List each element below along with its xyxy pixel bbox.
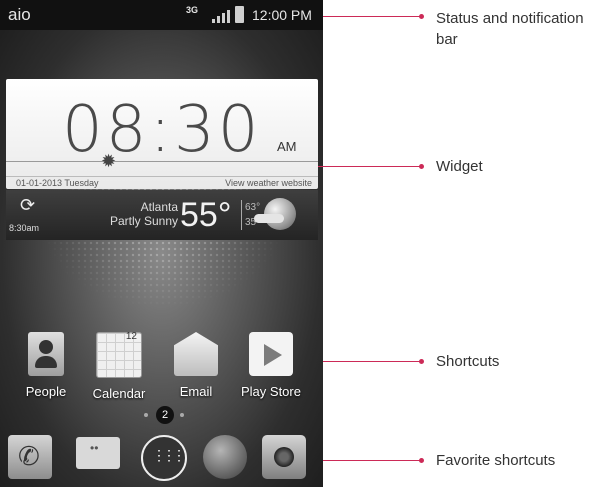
signal-icon	[212, 9, 230, 23]
apps-icon[interactable]	[141, 435, 187, 481]
refresh-icon[interactable]: ⟳	[20, 196, 35, 214]
shortcut-label: Email	[179, 384, 213, 399]
date-label: 01-01-2013 Tuesday	[16, 178, 99, 188]
carrier-label: aio	[8, 5, 31, 24]
camera-icon[interactable]	[262, 435, 306, 479]
cloud-icon	[254, 214, 284, 223]
callout-status: Status and notification bar	[436, 10, 584, 48]
clock-ampm: AM	[277, 139, 297, 154]
shortcut-label: People	[25, 384, 67, 399]
page-dot	[180, 413, 184, 417]
callout-dot-widget	[419, 164, 424, 169]
callout-dot-favorites	[419, 458, 424, 463]
shortcut-email[interactable]: Email	[156, 332, 236, 399]
play-store-icon	[249, 332, 293, 376]
page-indicator[interactable]: 2	[140, 406, 190, 424]
favorites-dock	[0, 431, 323, 487]
weather-website-link[interactable]: View weather website	[225, 178, 312, 188]
date-row: 01-01-2013 Tuesday View weather website	[6, 176, 318, 190]
callout-shortcuts: Shortcuts	[436, 353, 500, 370]
shortcuts-row: People Calendar Email Play Store	[0, 331, 323, 402]
battery-icon	[235, 6, 244, 23]
browser-icon[interactable]	[203, 435, 247, 479]
weather-updated-time: 8:30am	[9, 223, 40, 233]
clock-widget[interactable]: 08:30 AM ✹ 01-01-2013 Tuesday View weath…	[6, 79, 318, 189]
weather-city: Atlanta	[140, 200, 178, 214]
callout-dot-status	[419, 14, 424, 19]
time-slider-track	[6, 161, 318, 162]
weather-high: 63°	[245, 202, 261, 213]
people-icon	[28, 332, 64, 376]
clock-time: 08:30	[62, 93, 262, 167]
page-number: 2	[156, 406, 174, 424]
phone-screen: aio 3G 12:00 PM 08:30 AM ✹ 01-01-2013 Tu…	[0, 0, 323, 487]
email-icon	[174, 332, 218, 376]
callout-favorites: Favorite shortcuts	[436, 452, 556, 469]
shortcut-label: Play Store	[241, 384, 301, 399]
callout-line-widget	[318, 166, 421, 167]
phone-icon[interactable]	[8, 435, 52, 479]
shortcut-calendar[interactable]: Calendar	[79, 331, 159, 401]
network-3g-icon: 3G	[186, 5, 199, 15]
sun-slider-icon[interactable]: ✹	[101, 151, 116, 171]
status-bar[interactable]: aio 3G 12:00 PM	[0, 0, 323, 30]
callout-dot-shortcuts	[419, 359, 424, 364]
page-dot	[144, 413, 148, 417]
shortcut-people[interactable]: People	[6, 332, 86, 399]
weather-temperature: 55°	[180, 196, 232, 234]
weather-widget[interactable]: ⟳ 8:30am Atlanta Partly Sunny 55° 63° 35…	[6, 190, 318, 240]
shortcut-label: Calendar	[92, 386, 146, 401]
messaging-icon[interactable]	[76, 435, 120, 479]
status-time: 12:00 PM	[252, 7, 312, 23]
callout-line-status	[323, 16, 421, 17]
calendar-icon	[96, 331, 142, 378]
weather-condition: Partly Sunny	[109, 214, 178, 228]
callout-widget: Widget	[436, 158, 483, 175]
callout-line-favorites	[323, 460, 421, 461]
callout-line-shortcuts	[323, 361, 421, 362]
shortcut-play-store[interactable]: Play Store	[231, 332, 311, 399]
